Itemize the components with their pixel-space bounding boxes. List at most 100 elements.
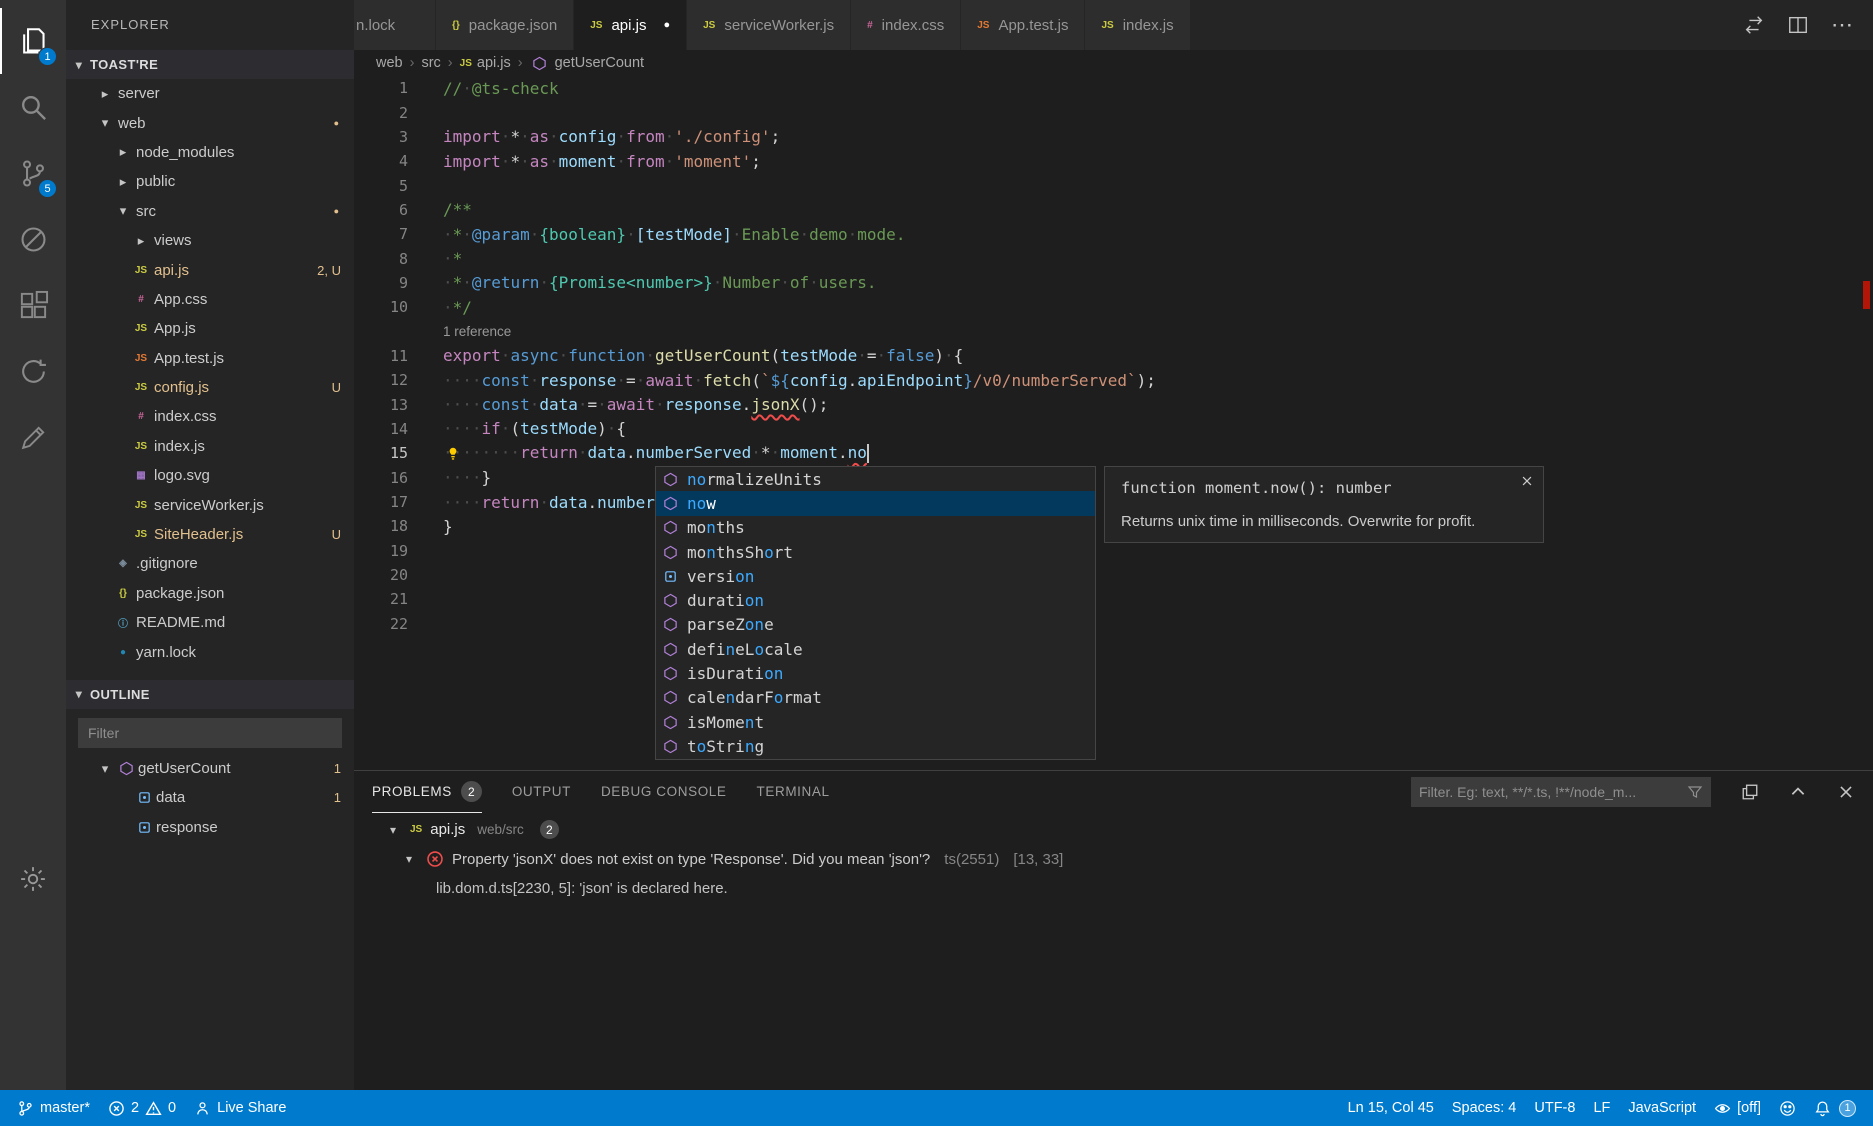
encoding-status[interactable]: UTF-8 [1525,1100,1584,1116]
outline-filter-input[interactable] [78,718,342,748]
code-line[interactable]: 7·*·@param·{boolean}·[testMode]·Enable·d… [354,222,1859,246]
panel-maximize-icon[interactable] [1789,783,1807,801]
feedback-activity-button[interactable] [0,404,66,470]
outline-item-response[interactable]: response [66,813,354,842]
tree-item-README.md[interactable]: ⓘREADME.md [66,608,354,637]
codelens-references[interactable]: 1 reference [443,324,511,339]
eol-status[interactable]: LF [1584,1100,1619,1116]
notifications-status[interactable]: 1 [1805,1100,1865,1117]
code-line[interactable]: 15········return·data.numberServed·*·mom… [354,441,1859,465]
code-line[interactable]: 1//·@ts-check [354,76,1859,100]
tree-item-serviceWorker.js[interactable]: JSserviceWorker.js [66,490,354,519]
suggest-item[interactable]: duration [656,588,1095,612]
tree-item-api.js[interactable]: JSapi.js2, U [66,255,354,284]
tree-item-yarn.lock[interactable]: ●yarn.lock [66,637,354,666]
code-line[interactable]: 14····if·(testMode)·{ [354,417,1859,441]
language-mode-status[interactable]: JavaScript [1619,1100,1705,1116]
code-line[interactable]: 8·* [354,246,1859,270]
breadcrumb-src[interactable]: src [421,55,440,71]
code-line[interactable]: 21 [354,587,1859,611]
suggest-item[interactable]: toString [656,734,1095,758]
close-icon[interactable] [1520,474,1534,488]
extensions-activity-button[interactable] [0,272,66,338]
suggest-item[interactable]: now [656,491,1095,515]
code-line[interactable]: 9·*·@return·{Promise<number>}·Number·of·… [354,271,1859,295]
screencast-status[interactable]: [off] [1705,1100,1770,1117]
tree-item-node_modules[interactable]: ▸node_modules [66,138,354,167]
suggest-item[interactable]: isMoment [656,710,1095,734]
source-control-activity-button[interactable]: 5 [0,140,66,206]
panel-restore-icon[interactable] [1741,783,1759,801]
tree-item-.gitignore[interactable]: ◈.gitignore [66,549,354,578]
more-actions-icon[interactable]: ⋯ [1831,20,1853,30]
code-line[interactable]: 12····const·response·=·await·fetch(`${co… [354,368,1859,392]
panel-close-icon[interactable] [1837,783,1855,801]
tree-item-server[interactable]: ▸server [66,79,354,108]
settings-gear-button[interactable] [0,854,66,904]
tab-debug-console[interactable]: DEBUG CONSOLE [601,771,727,813]
tree-item-src[interactable]: ▾src● [66,197,354,226]
outline-item-data[interactable]: data1 [66,783,354,812]
tab-api.js[interactable]: JSapi.js● [574,0,687,50]
indentation-status[interactable]: Spaces: 4 [1443,1100,1526,1116]
codelens-row[interactable]: 1 reference [354,319,1859,343]
code-line[interactable]: 10·*/ [354,295,1859,319]
tab-index.js[interactable]: JSindex.js [1085,0,1190,50]
suggest-item[interactable]: parseZone [656,613,1095,637]
tree-item-App.test.js[interactable]: JSApp.test.js [66,344,354,373]
tree-item-public[interactable]: ▸public [66,167,354,196]
live-share-activity-button[interactable] [0,338,66,404]
tab-App.test.js[interactable]: JSApp.test.js [961,0,1085,50]
tree-item-App.js[interactable]: JSApp.js [66,314,354,343]
problems-filter-input[interactable] [1419,784,1687,800]
tab-serviceWorker.js[interactable]: JSserviceWorker.js [687,0,851,50]
tab-index.css[interactable]: #index.css [851,0,961,50]
code-line[interactable]: 4import·*·as·moment·from·'moment'; [354,149,1859,173]
code-line[interactable]: 13····const·data·=·await·response.jsonX(… [354,392,1859,416]
code-line[interactable]: 3import·*·as·config·from·'./config'; [354,125,1859,149]
open-changes-icon[interactable] [1743,14,1765,36]
suggest-item[interactable]: monthsShort [656,540,1095,564]
tree-item-index.css[interactable]: #index.css [66,402,354,431]
breadcrumb-getUserCount[interactable]: getUserCount [530,55,644,71]
code-line[interactable]: 22 [354,612,1859,636]
problems-file-row[interactable]: ▾ JS api.js web/src 2 [354,815,1873,844]
tree-item-views[interactable]: ▸views [66,226,354,255]
problems-related-row[interactable]: lib.dom.d.ts[2230, 5]: 'json' is declare… [354,874,1873,903]
tree-item-App.css[interactable]: #App.css [66,285,354,314]
tree-item-config.js[interactable]: JSconfig.jsU [66,373,354,402]
suggest-item[interactable]: defineLocale [656,637,1095,661]
code-line[interactable]: 20 [354,563,1859,587]
code-line[interactable]: 6/** [354,198,1859,222]
chevron-down-icon[interactable]: ▾ [384,823,402,837]
suggest-item[interactable]: months [656,516,1095,540]
feedback-smiley-status[interactable] [1770,1100,1805,1117]
code-line[interactable]: 5 [354,173,1859,197]
suggest-item[interactable]: calendarFormat [656,686,1095,710]
tab-n.lock[interactable]: n.lock [354,0,436,50]
code-line[interactable]: 11export·async·function·getUserCount(tes… [354,344,1859,368]
suggest-item[interactable]: normalizeUnits [656,467,1095,491]
tab-problems[interactable]: PROBLEMS 2 [372,771,482,813]
debug-activity-button[interactable] [0,206,66,272]
tab-package.json[interactable]: {}package.json [436,0,574,50]
suggest-item[interactable]: version [656,564,1095,588]
split-editor-icon[interactable] [1787,14,1809,36]
tree-item-index.js[interactable]: JSindex.js [66,432,354,461]
tab-terminal[interactable]: TERMINAL [757,771,830,813]
chevron-down-icon[interactable]: ▾ [400,852,418,866]
problems-error-row[interactable]: ▾ Property 'jsonX' does not exist on typ… [354,844,1873,873]
lightbulb-icon[interactable] [444,444,462,462]
tab-output[interactable]: OUTPUT [512,771,571,813]
breadcrumb-api.js[interactable]: JSapi.js [460,55,511,71]
git-branch-status[interactable]: master* [8,1090,99,1126]
explorer-activity-button[interactable]: 1 [0,8,66,74]
live-share-status[interactable]: Live Share [185,1090,295,1126]
section-header-outline[interactable]: ▾ OUTLINE [66,680,354,709]
tree-item-logo.svg[interactable]: ▦logo.svg [66,461,354,490]
suggest-item[interactable]: isDuration [656,661,1095,685]
code-line[interactable]: 2 [354,100,1859,124]
cursor-position-status[interactable]: Ln 15, Col 45 [1339,1100,1443,1116]
problems-status[interactable]: 2 0 [99,1090,185,1126]
tree-item-SiteHeader.js[interactable]: JSSiteHeader.jsU [66,520,354,549]
